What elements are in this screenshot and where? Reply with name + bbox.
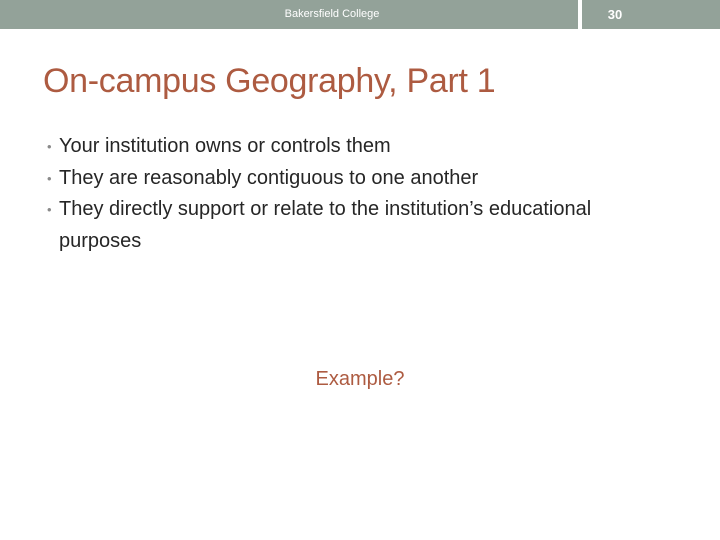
page-number: 30 <box>607 7 623 22</box>
bullet-list: • Your institution owns or controls them… <box>47 131 647 257</box>
bullet-item: • They are reasonably contiguous to one … <box>47 163 647 195</box>
bullet-text: They are reasonably contiguous to one an… <box>59 166 479 189</box>
bullet-item: • Your institution owns or controls them <box>47 131 647 163</box>
bullet-item: • They directly support or relate to the… <box>47 194 647 257</box>
bullet-text: Your institution owns or controls them <box>59 135 391 157</box>
example-prompt: Example? <box>315 368 405 390</box>
bullet-icon: • <box>47 202 52 217</box>
header-title: Bakersfield College <box>284 8 380 20</box>
bullet-icon: • <box>47 139 52 154</box>
bullet-text: They directly support or relate to the i… <box>59 198 592 252</box>
slide-title: On-campus Geography, Part 1 <box>43 62 496 100</box>
bullet-icon: • <box>47 170 52 186</box>
slide: Bakersfield College 30 On-campus Geograp… <box>0 0 720 540</box>
